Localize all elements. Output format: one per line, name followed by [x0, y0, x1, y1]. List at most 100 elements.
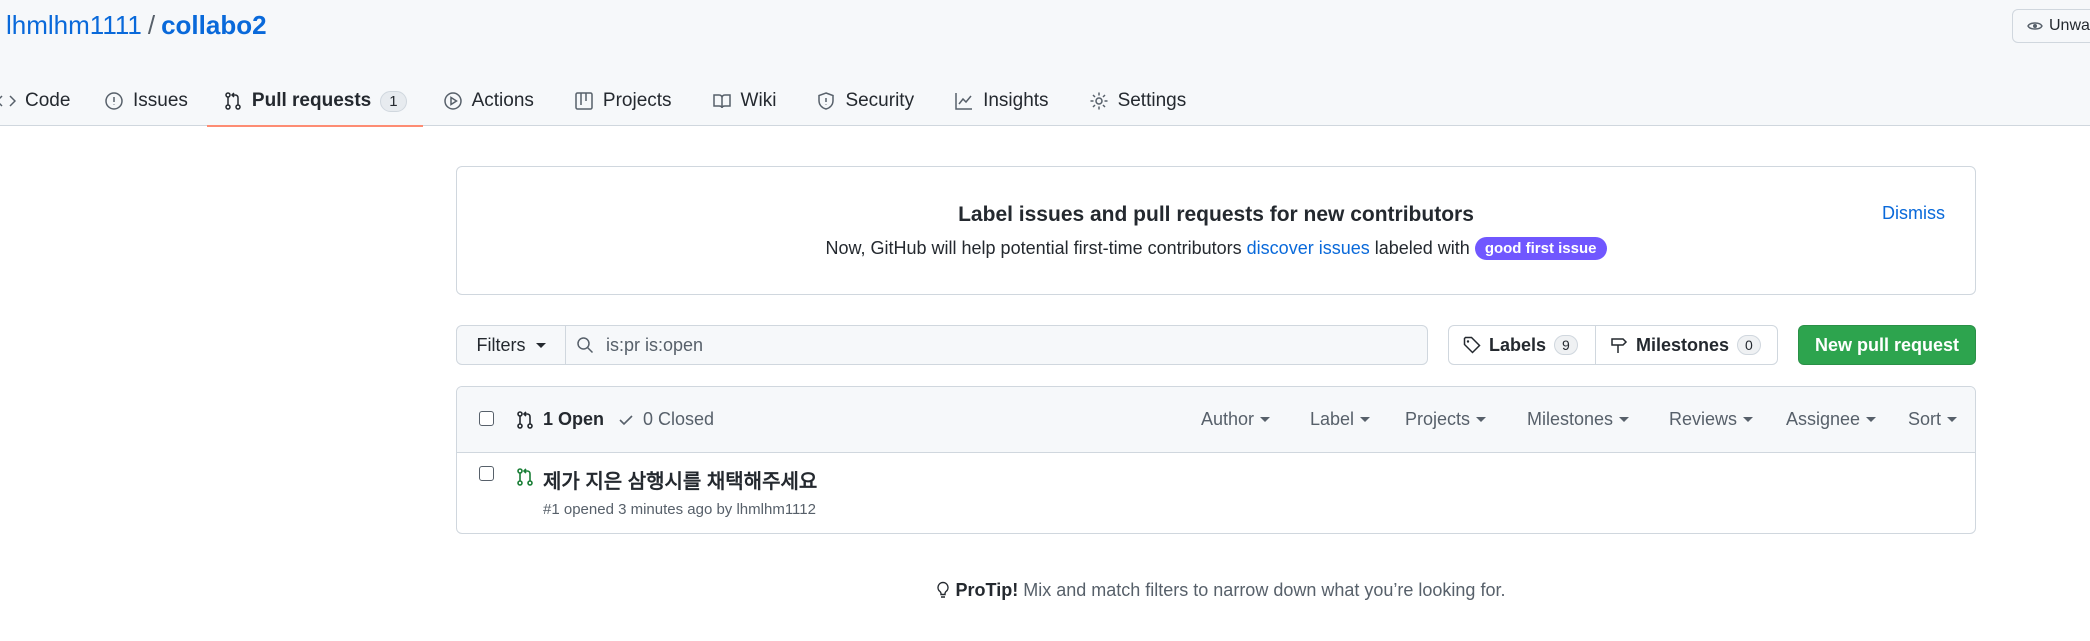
repo-tabs: Code Issues Pull requests 1 Actions Proj… [0, 76, 1187, 127]
tab-code[interactable]: Code [0, 76, 80, 126]
chevron-down-icon [1360, 417, 1371, 422]
search-input[interactable] [606, 334, 1406, 356]
chevron-down-icon [1866, 417, 1877, 422]
milestones-count: 0 [1737, 335, 1761, 355]
sort-select[interactable]: Sort [1908, 409, 1958, 430]
pr-meta: #1 opened 3 minutes ago by lhmlhm1112 [543, 501, 816, 518]
labels-button[interactable]: Labels 9 [1449, 326, 1595, 364]
chevron-down-icon [1476, 417, 1487, 422]
play-icon [443, 92, 462, 110]
dismiss-button[interactable]: Dismiss [1882, 203, 1945, 224]
filters-label: Filters [476, 334, 526, 355]
shield-icon [818, 92, 835, 110]
labels-label: Labels [1489, 334, 1547, 355]
tab-wiki[interactable]: Wiki [712, 76, 777, 126]
select-all-checkbox[interactable] [479, 411, 494, 426]
labels-count: 9 [1554, 335, 1578, 355]
repo-title: lhmlhm1111/collabo2 [6, 10, 267, 41]
selector-label: Reviews [1669, 409, 1738, 429]
chevron-down-icon [1947, 417, 1958, 422]
pr-title-link[interactable]: 제가 지은 삼행시를 채택해주세요 [543, 465, 817, 494]
banner-text-before: Now, GitHub will help potential first-ti… [825, 238, 1242, 258]
tab-label: Actions [471, 90, 534, 111]
book-icon [712, 94, 731, 109]
new-contributors-banner: Label issues and pull requests for new c… [456, 166, 1976, 295]
tab-label: Issues [133, 90, 188, 111]
chevron-down-icon [1619, 417, 1630, 422]
open-filter[interactable]: 1 Open [515, 409, 604, 430]
label-select[interactable]: Label [1310, 409, 1371, 430]
tab-security[interactable]: Security [816, 76, 914, 126]
good-first-issue-label[interactable]: good first issue [1474, 237, 1607, 260]
open-count: 1 Open [543, 409, 605, 429]
repo-separator: / [147, 10, 156, 40]
assignee-select[interactable]: Assignee [1786, 409, 1877, 430]
milestones-select[interactable]: Milestones [1527, 409, 1630, 430]
tab-settings[interactable]: Settings [1089, 76, 1187, 126]
row-checkbox[interactable] [479, 466, 494, 481]
graph-icon [955, 93, 973, 110]
code-icon [0, 95, 16, 107]
tab-label: Settings [1117, 90, 1187, 111]
selector-label: Projects [1405, 409, 1471, 429]
tab-actions[interactable]: Actions [443, 76, 534, 126]
tab-label: Insights [983, 90, 1049, 111]
issue-opened-icon [105, 92, 123, 110]
new-pull-request-button[interactable]: New pull request [1798, 325, 1976, 365]
banner-title: Label issues and pull requests for new c… [958, 203, 1474, 226]
milestones-button[interactable]: Milestones 0 [1595, 326, 1775, 364]
protip-label: ProTip! [955, 580, 1019, 600]
milestone-icon [1611, 338, 1628, 353]
selector-label: Sort [1908, 409, 1942, 429]
git-pull-request-icon [225, 92, 241, 110]
milestones-label: Milestones [1636, 334, 1730, 355]
chevron-down-icon [1260, 417, 1271, 422]
labels-milestones-group: Labels 9 Milestones 0 [1448, 325, 1778, 365]
selector-label: Label [1310, 409, 1355, 429]
selector-label: Author [1201, 409, 1255, 429]
closed-filter[interactable]: 0 Closed [617, 409, 714, 430]
check-icon [619, 414, 633, 425]
unwatch-button[interactable]: Unwa [2012, 9, 2090, 43]
tab-pull-requests[interactable]: Pull requests 1 [206, 76, 423, 127]
chevron-down-icon [1743, 417, 1754, 422]
git-pull-request-icon [517, 468, 533, 486]
git-pull-request-icon [517, 410, 533, 429]
projects-select[interactable]: Projects [1405, 409, 1487, 430]
tab-label: Security [845, 90, 915, 111]
tab-label: Code [25, 90, 71, 111]
author-select[interactable]: Author [1201, 409, 1271, 430]
filter-bar: Filters [456, 325, 1428, 365]
list-header: 1 Open 0 Closed Author Label Projects Mi… [457, 387, 1975, 453]
pr-counter: 1 [380, 90, 407, 112]
banner-text-after: labeled with [1374, 238, 1470, 258]
gear-icon [1090, 92, 1108, 110]
pull-request-list: 1 Open 0 Closed Author Label Projects Mi… [456, 386, 1976, 534]
tab-issues[interactable]: Issues [104, 76, 188, 126]
tab-insights[interactable]: Insights [954, 76, 1049, 126]
search-box [566, 325, 1428, 365]
chevron-down-icon [535, 342, 546, 348]
tab-label: Projects [602, 90, 672, 111]
repo-header: lhmlhm1111/collabo2 Unwa Code Issues Pul… [0, 0, 2090, 127]
banner-text: Now, GitHub will help potential first-ti… [457, 237, 1975, 260]
search-icon [577, 337, 594, 354]
discover-issues-link[interactable]: discover issues [1247, 238, 1370, 258]
tag-icon [1463, 336, 1481, 354]
tab-label: Wiki [740, 90, 777, 111]
eye-icon [2027, 22, 2043, 30]
light-bulb-icon [936, 581, 949, 598]
tab-label: Pull requests [251, 90, 372, 111]
owner-link[interactable]: lhmlhm1111 [6, 10, 142, 40]
selector-label: Milestones [1527, 409, 1614, 429]
repo-name-link[interactable]: collabo2 [161, 10, 266, 40]
protip-text: Mix and match filters to narrow down wha… [1023, 580, 1506, 600]
reviews-select[interactable]: Reviews [1669, 409, 1754, 430]
watch-label: Unwa [2049, 17, 2090, 34]
selector-label: Assignee [1786, 409, 1861, 429]
tab-projects[interactable]: Projects [574, 76, 672, 126]
table-row[interactable]: 제가 지은 삼행시를 채택해주세요 #1 opened 3 minutes ag… [457, 453, 1975, 533]
filters-button[interactable]: Filters [456, 325, 566, 365]
table-icon [575, 92, 593, 110]
protip: ProTip! Mix and match filters to narrow … [0, 580, 2090, 601]
